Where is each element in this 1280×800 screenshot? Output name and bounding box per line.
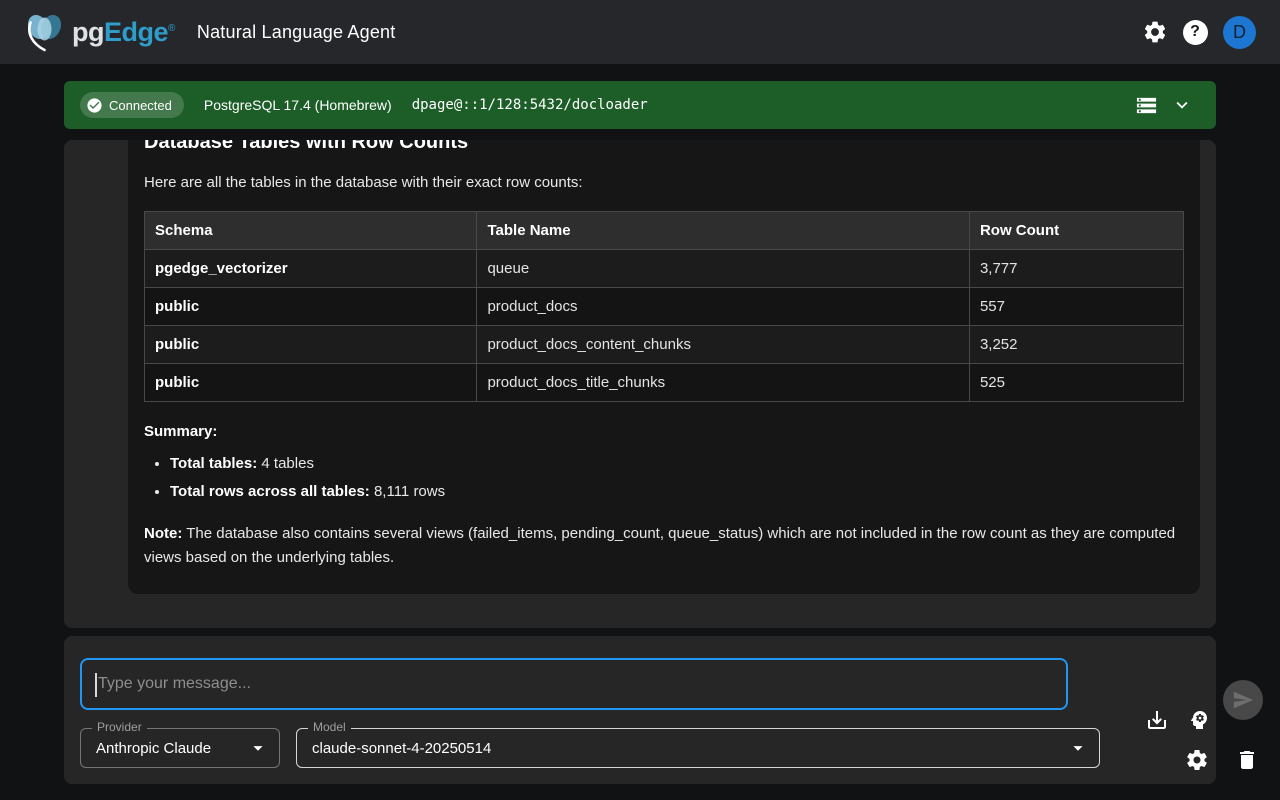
connected-label: Connected (109, 98, 172, 113)
message-intro: Here are all the tables in the database … (144, 172, 1184, 194)
schema-cell: public (145, 326, 477, 364)
column-header-schema: Schema (145, 212, 477, 250)
connection-bar: Connected PostgreSQL 17.4 (Homebrew) dpa… (64, 81, 1216, 129)
schema-cell: pgedge_vectorizer (145, 250, 477, 288)
check-circle-icon (86, 97, 103, 114)
schema-cell: public (145, 288, 477, 326)
storage-icon (1135, 94, 1158, 117)
dropdown-arrow-icon (247, 737, 269, 759)
row-count-cell: 557 (969, 288, 1183, 326)
table-name-cell: product_docs_content_chunks (477, 326, 969, 364)
summary-list: Total tables: 4 tables Total rows across… (170, 450, 1184, 506)
send-button[interactable] (1223, 680, 1263, 720)
row-counts-table: Schema Table Name Row Count pgedge_vecto… (144, 211, 1184, 402)
help-button[interactable]: ? (1175, 12, 1215, 52)
download-button[interactable] (1135, 696, 1179, 744)
psychology-icon (1187, 708, 1211, 732)
model-select[interactable]: Model claude-sonnet-4-20250514 (296, 728, 1100, 768)
table-name-cell: product_docs_title_chunks (477, 364, 969, 402)
table-name-cell: product_docs (477, 288, 969, 326)
avatar[interactable]: D (1223, 16, 1256, 49)
list-item-bold: Total tables: (170, 455, 257, 472)
trash-icon (1235, 748, 1259, 772)
note-bold: Note: (144, 525, 182, 542)
chat-scroll-area[interactable]: Database Tables with Row Counts Here are… (64, 140, 1216, 628)
list-item: Total rows across all tables: 8,111 rows (170, 478, 1184, 506)
message-input[interactable] (82, 675, 1066, 693)
composer-panel: Provider Anthropic Claude Model claude-s… (64, 636, 1216, 784)
app-header: pgEdge® Natural Language Agent ? D (0, 0, 1280, 64)
text-caret (95, 673, 97, 697)
table-name-cell: queue (477, 250, 969, 288)
dropdown-arrow-icon (1067, 737, 1089, 759)
settings-icon (1142, 19, 1168, 45)
schema-cell: public (145, 364, 477, 402)
model-value: claude-sonnet-4-20250514 (297, 740, 1067, 757)
assistant-message-card: Database Tables with Row Counts Here are… (128, 140, 1200, 594)
note-paragraph: Note: The database also contains several… (144, 522, 1184, 570)
model-label: Model (308, 720, 351, 734)
pgedge-logo: pgEdge® (24, 10, 175, 54)
list-item-text: 8,111 rows (370, 483, 445, 500)
table-row: public product_docs 557 (145, 288, 1184, 326)
pgedge-logo-icon (24, 10, 66, 54)
list-item: Total tables: 4 tables (170, 450, 1184, 478)
table-row: public product_docs_title_chunks 525 (145, 364, 1184, 402)
column-header-row-count: Row Count (969, 212, 1183, 250)
row-count-cell: 525 (969, 364, 1183, 402)
chevron-down-icon (1171, 94, 1193, 116)
model-settings-button[interactable] (1175, 736, 1219, 784)
clear-chat-button[interactable] (1225, 736, 1269, 784)
provider-select[interactable]: Provider Anthropic Claude (80, 728, 280, 768)
message-heading: Database Tables with Row Counts (144, 140, 1184, 156)
collapse-connection-button[interactable] (1164, 87, 1200, 123)
help-icon: ? (1183, 20, 1208, 45)
connected-badge: Connected (80, 92, 184, 118)
connection-details-button[interactable] (1128, 87, 1164, 123)
table-row: public product_docs_content_chunks 3,252 (145, 326, 1184, 364)
connection-string: dpage@::1/128:5432/docloader (412, 97, 648, 113)
send-icon (1232, 689, 1254, 711)
app-title: Natural Language Agent (197, 22, 396, 43)
column-header-table-name: Table Name (477, 212, 969, 250)
table-row: pgedge_vectorizer queue 3,777 (145, 250, 1184, 288)
wordmark-edge: Edge (104, 17, 168, 47)
list-item-bold: Total rows across all tables: (170, 483, 370, 500)
list-item-text: 4 tables (257, 455, 314, 472)
pgedge-wordmark: pgEdge® (72, 17, 175, 48)
message-input-box[interactable] (80, 658, 1068, 710)
row-count-cell: 3,252 (969, 326, 1183, 364)
provider-value: Anthropic Claude (81, 740, 247, 757)
settings-button[interactable] (1135, 12, 1175, 52)
gear-icon (1185, 748, 1209, 772)
wordmark-registered: ® (168, 23, 175, 34)
server-version: PostgreSQL 17.4 (Homebrew) (204, 97, 392, 113)
row-count-cell: 3,777 (969, 250, 1183, 288)
app-screen: pgEdge® Natural Language Agent ? D Conne… (0, 0, 1280, 800)
wordmark-pg: pg (72, 17, 104, 47)
provider-label: Provider (92, 720, 147, 734)
download-icon (1145, 708, 1169, 732)
table-header-row: Schema Table Name Row Count (145, 212, 1184, 250)
note-text: The database also contains several views… (144, 525, 1175, 566)
summary-heading: Summary: (144, 423, 1184, 440)
